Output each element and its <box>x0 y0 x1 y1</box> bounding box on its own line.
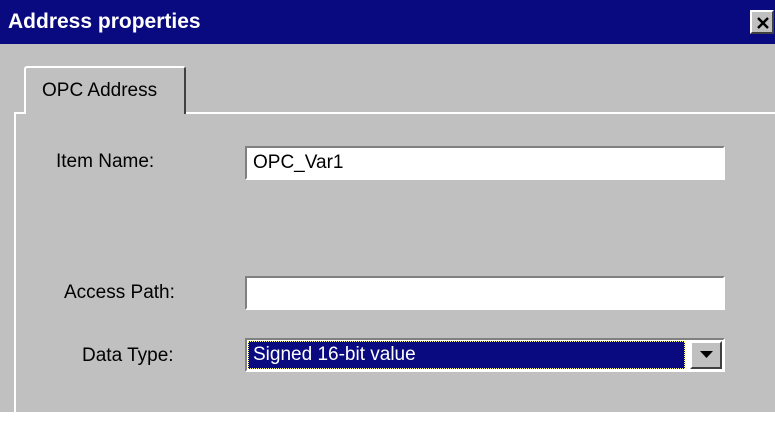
close-icon <box>757 17 769 29</box>
tab-label: OPC Address <box>42 80 158 101</box>
address-properties-dialog: Address properties OPC Address Item Name… <box>0 0 775 432</box>
title-bar[interactable]: Address properties <box>0 0 775 44</box>
tab-opc-address[interactable]: OPC Address <box>24 66 186 114</box>
window-title: Address properties <box>8 10 201 33</box>
tab-join <box>26 110 183 116</box>
tab-panel <box>14 112 775 432</box>
close-button[interactable] <box>750 10 774 34</box>
